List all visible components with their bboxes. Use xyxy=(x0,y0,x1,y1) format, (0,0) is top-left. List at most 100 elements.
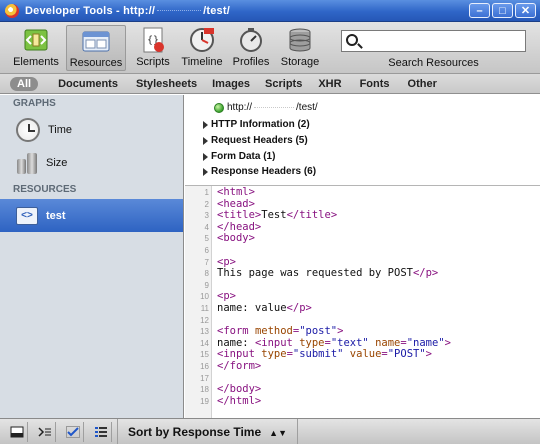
code-token: <input xyxy=(217,348,262,361)
profiles-button[interactable]: Profiles xyxy=(226,25,276,71)
code-token: "POST" xyxy=(387,348,426,361)
code-token: name xyxy=(375,336,401,349)
list-button[interactable] xyxy=(90,422,112,442)
resources-icon xyxy=(82,27,110,55)
sort-label: Sort by Response Time xyxy=(128,425,262,439)
code-line: 19 </html> xyxy=(185,394,540,408)
code-token: > xyxy=(444,336,451,349)
line-number: 19 xyxy=(200,396,209,406)
code-token: method xyxy=(254,325,293,338)
filter-stylesheets[interactable]: Stylesheets xyxy=(130,78,203,90)
code-line: 5 <body> xyxy=(185,233,540,245)
header-section-form-data[interactable]: Form Data (1) xyxy=(203,151,275,162)
code-text: </form> xyxy=(217,360,262,373)
header-section-http-information[interactable]: HTTP Information (2) xyxy=(203,119,310,130)
sidebar-item-test[interactable]: <> test xyxy=(0,199,183,232)
profiles-icon xyxy=(237,26,265,54)
code-token: </head> xyxy=(217,220,262,233)
minimize-button[interactable]: – xyxy=(469,3,490,18)
sort-select[interactable]: Sort by Response Time ▲▼ xyxy=(117,419,298,444)
code-token: "submit" xyxy=(292,348,344,361)
source-view[interactable]: 1 <html> 2 <head> 3 <title>Test</title> 4 </hea… xyxy=(185,185,540,418)
search-label: Search Resources xyxy=(388,57,479,69)
elements-button[interactable]: Elements xyxy=(11,25,61,71)
header-section-response-headers[interactable]: Response Headers (6) xyxy=(203,166,316,177)
code-token: </title> xyxy=(286,209,338,222)
code-token: <p> xyxy=(217,290,236,303)
code-line: 8 This page was requested by POST</p> xyxy=(185,267,540,280)
maximize-button[interactable]: □ xyxy=(492,3,513,18)
code-token: <form xyxy=(217,325,255,338)
code-text: This page was requested by POST</p> xyxy=(217,267,439,280)
disclosure-triangle-icon xyxy=(203,167,208,176)
resources-label: Resources xyxy=(69,57,123,69)
timeline-button[interactable]: Timeline xyxy=(177,25,227,71)
search-input[interactable] xyxy=(364,33,522,49)
code-token: <html> xyxy=(217,186,255,198)
line-number: 17 xyxy=(200,373,209,383)
status-ok-icon xyxy=(214,102,224,113)
close-button[interactable]: ✕ xyxy=(515,3,536,18)
code-token: "name" xyxy=(406,336,445,349)
sidebar-item-size[interactable]: Size xyxy=(0,146,183,179)
code-token: </form> xyxy=(217,360,262,372)
line-number: 2 xyxy=(204,199,209,209)
profiles-label: Profiles xyxy=(232,56,270,68)
line-number: 18 xyxy=(200,385,209,395)
line-number: 9 xyxy=(204,280,209,290)
timeline-icon xyxy=(188,26,216,54)
code-token: > xyxy=(337,325,344,338)
line-number: 6 xyxy=(204,246,209,255)
filter-all[interactable]: All xyxy=(10,76,39,91)
code-token: > xyxy=(425,348,432,361)
line-number: 5 xyxy=(204,234,209,244)
filter-xhr[interactable]: XHR xyxy=(312,78,347,90)
sidebar-item-label: Time xyxy=(48,123,73,136)
filter-fonts[interactable]: Fonts xyxy=(354,78,396,90)
weight-icon xyxy=(16,151,38,175)
sidebar-item-time[interactable]: Time xyxy=(0,113,183,146)
line-number: 15 xyxy=(200,350,209,360)
code-token: <input xyxy=(254,336,300,349)
header-section-request-headers[interactable]: Request Headers (5) xyxy=(203,135,308,146)
code-text: </html> xyxy=(217,394,262,408)
filter-other[interactable]: Other xyxy=(402,78,443,90)
code-token: <head> xyxy=(217,197,255,210)
sort-arrows-icon: ▲▼ xyxy=(269,428,287,438)
code-token: "text" xyxy=(330,336,369,349)
status-bar: Sort by Response Time ▲▼ xyxy=(0,418,540,444)
code-text: name: value</p> xyxy=(217,302,312,315)
code-token: </p> xyxy=(412,267,439,280)
elements-label: Elements xyxy=(13,56,59,68)
code-token: type xyxy=(299,336,325,349)
headers-panel: http:///test/ HTTP Information (2) Reque… xyxy=(185,95,540,185)
code-token: This page was requested by POST xyxy=(217,267,413,280)
dock-button[interactable] xyxy=(6,422,28,442)
storage-button[interactable]: Storage xyxy=(275,25,325,71)
code-token: <body> xyxy=(217,232,255,245)
checkmark-button[interactable] xyxy=(62,422,84,442)
dock-icon xyxy=(10,426,23,438)
code-token: </html> xyxy=(217,394,262,407)
search-field[interactable] xyxy=(341,30,526,52)
disclosure-triangle-icon xyxy=(203,152,208,161)
code-token: <p> xyxy=(217,255,236,268)
line-number: 8 xyxy=(204,269,209,279)
scripts-button[interactable]: {} Scripts xyxy=(128,25,178,71)
filter-documents[interactable]: Documents xyxy=(52,78,124,90)
resources-button[interactable]: Resources xyxy=(66,25,126,71)
window-title: Developer Tools - http:///test/ xyxy=(25,4,230,17)
elements-icon xyxy=(22,26,50,54)
filter-images[interactable]: Images xyxy=(206,78,256,90)
clock-icon xyxy=(16,117,40,142)
console-button[interactable] xyxy=(34,422,56,442)
code-token: <title> xyxy=(217,209,262,222)
search-icon xyxy=(346,34,358,46)
title-bar: Developer Tools - http:///test/ – □ ✕ xyxy=(0,0,540,22)
scripts-icon: {} xyxy=(139,26,167,54)
code-line: 9 xyxy=(185,280,540,292)
filter-scripts[interactable]: Scripts xyxy=(259,78,308,90)
sidebar-item-label: Size xyxy=(46,156,68,169)
scripts-label: Scripts xyxy=(136,56,170,68)
request-url: http:///test/ xyxy=(214,102,318,113)
